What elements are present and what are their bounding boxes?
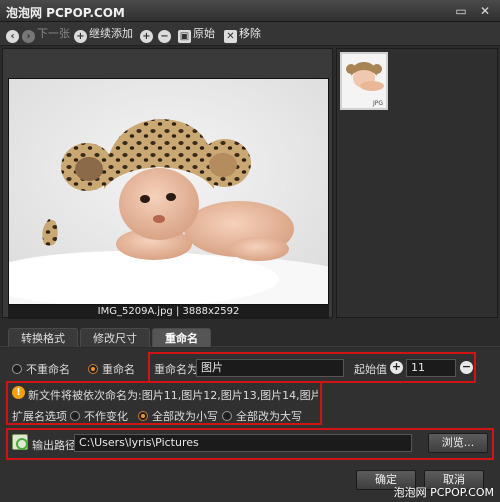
thumbnail-extension: JPG	[372, 100, 383, 107]
next-button[interactable]: › 下一张	[22, 26, 70, 43]
radio-rename-label: 重命名	[102, 363, 135, 376]
output-path-label: 输出路径	[32, 439, 76, 452]
add-more-button[interactable]: + 继续添加	[74, 26, 133, 43]
remove-label: 移除	[239, 27, 261, 40]
radio-dot	[70, 411, 80, 421]
radio-dot-selected	[88, 364, 98, 374]
rename-preview-text: 新文件将被依次命名为:图片11,图片12,图片13,图片14,图片15,...	[28, 389, 318, 402]
radio-ext-lowercase-label: 全部改为小写	[152, 410, 218, 423]
arrow-left-icon: ‹	[6, 30, 19, 43]
radio-dot-selected	[138, 411, 148, 421]
arrow-right-icon: ›	[22, 30, 35, 43]
zoom-out-icon: −	[158, 30, 171, 43]
start-value-label: 起始值	[354, 363, 387, 376]
close-icon[interactable]: ✕	[476, 3, 494, 19]
tab-rename[interactable]: 重命名	[152, 328, 211, 347]
thumbnail-panel: JPG	[336, 48, 498, 318]
original-size-button[interactable]: ▣ 原始	[178, 26, 215, 43]
remove-icon: ✕	[224, 30, 237, 43]
plus-circle-icon: +	[74, 30, 87, 43]
zoom-out-button[interactable]: −	[158, 26, 173, 43]
start-value-input[interactable]: 11	[406, 359, 456, 377]
zoom-in-button[interactable]: +	[140, 26, 155, 43]
ext-options-label: 扩展名选项	[12, 410, 67, 423]
fit-icon: ▣	[178, 30, 191, 43]
radio-ext-lowercase[interactable]: 全部改为小写	[138, 408, 218, 424]
radio-ext-no-change[interactable]: 不作变化	[70, 408, 128, 424]
radio-no-rename-label: 不重命名	[26, 363, 70, 376]
radio-ext-uppercase-label: 全部改为大写	[236, 410, 302, 423]
output-folder-icon	[12, 434, 28, 450]
output-path-input[interactable]: C:\Users\lyris\Pictures	[74, 434, 412, 452]
zoom-in-icon: +	[140, 30, 153, 43]
image-caption: IMG_5209A.jpg | 3888x2592	[8, 305, 329, 319]
original-label: 原始	[193, 27, 215, 40]
minimize-icon[interactable]: ▭	[452, 3, 470, 19]
image-viewer: IMG_5209A.jpg | 3888x2592	[2, 48, 333, 319]
rename-panel: 不重命名 重命名 重命名为 图片 起始值 + 11 − ! 新文件将被依次命名为…	[0, 348, 500, 502]
preview-image	[8, 78, 329, 305]
title-bar: 泡泡网 PCPOP.COM ▭ ✕	[0, 0, 500, 22]
radio-ext-uppercase[interactable]: 全部改为大写	[222, 408, 302, 424]
decrement-button[interactable]: −	[460, 361, 473, 374]
remove-button[interactable]: ✕ 移除	[224, 26, 261, 43]
increment-button[interactable]: +	[390, 361, 403, 374]
tab-bar: 转换格式 修改尺寸 重命名	[0, 323, 500, 347]
baby-photo	[9, 79, 328, 304]
radio-rename[interactable]: 重命名	[88, 361, 135, 377]
radio-no-rename[interactable]: 不重命名	[12, 361, 70, 377]
rename-as-input[interactable]: 图片	[196, 359, 344, 377]
warning-icon: !	[12, 386, 25, 399]
next-label: 下一张	[37, 27, 70, 40]
browse-button[interactable]: 浏览...	[428, 433, 488, 453]
watermark: 泡泡网 PCPOP.COM	[393, 486, 494, 499]
add-more-label: 继续添加	[89, 27, 133, 40]
thumbnail-item[interactable]: JPG	[340, 52, 388, 110]
radio-dot	[222, 411, 232, 421]
window-title: 泡泡网 PCPOP.COM	[6, 6, 125, 20]
back-button[interactable]: ‹	[6, 26, 21, 43]
toolbar: ‹ › 下一张 + 继续添加 + − ▣ 原始 ✕ 移除	[0, 22, 500, 46]
tab-convert-format[interactable]: 转换格式	[8, 328, 78, 347]
radio-ext-no-change-label: 不作变化	[84, 410, 128, 423]
tab-resize[interactable]: 修改尺寸	[80, 328, 150, 347]
rename-as-label: 重命名为	[154, 363, 198, 376]
radio-dot	[12, 364, 22, 374]
